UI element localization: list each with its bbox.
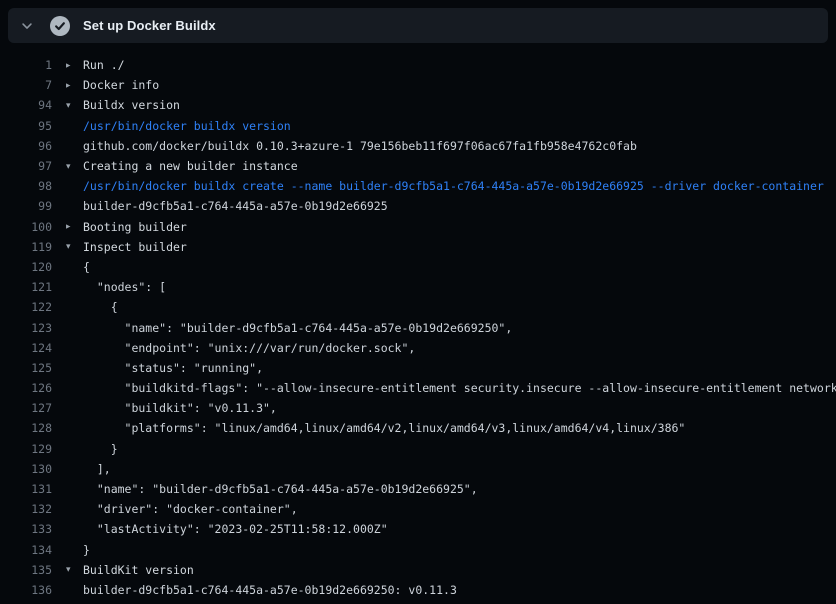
log-line: 127 "buildkit": "v0.11.3",: [0, 398, 836, 418]
line-number[interactable]: 99: [0, 199, 52, 213]
log-line[interactable]: 97 ▼ Creating a new builder instance: [0, 156, 836, 176]
line-number[interactable]: 121: [0, 280, 52, 294]
log-line: 131 "name": "builder-d9cfb5a1-c764-445a-…: [0, 479, 836, 499]
line-number[interactable]: 124: [0, 341, 52, 355]
log-line: 129 }: [0, 439, 836, 459]
log-line: 96 github.com/docker/buildx 0.10.3+azure…: [0, 136, 836, 156]
log-line-text: "name": "builder-d9cfb5a1-c764-445a-a57e…: [83, 321, 512, 335]
log-line: 128 "platforms": "linux/amd64,linux/amd6…: [0, 418, 836, 438]
line-number[interactable]: 120: [0, 260, 52, 274]
line-number[interactable]: 127: [0, 401, 52, 415]
line-number[interactable]: 132: [0, 502, 52, 516]
log-line: 133 "lastActivity": "2023-02-25T11:58:12…: [0, 519, 836, 539]
caret-expanded-icon: ▼: [66, 100, 83, 109]
line-number[interactable]: 96: [0, 139, 52, 153]
line-number[interactable]: 7: [0, 78, 52, 92]
log-line: 99 builder-d9cfb5a1-c764-445a-a57e-0b19d…: [0, 196, 836, 216]
line-number[interactable]: 97: [0, 159, 52, 173]
caret-expanded-icon: ▼: [66, 161, 83, 170]
line-number[interactable]: 119: [0, 240, 52, 254]
log-line-text: "buildkit": "v0.11.3",: [83, 401, 277, 415]
line-number[interactable]: 100: [0, 220, 52, 234]
log-line: 136 builder-d9cfb5a1-c764-445a-a57e-0b19…: [0, 580, 836, 600]
check-circle-icon: [50, 16, 70, 36]
line-number[interactable]: 1: [0, 58, 52, 72]
log-lines: 1 ▶ Run ./ 7 ▶ Docker info 94 ▼ Buildx v…: [0, 43, 836, 604]
log-line-text: github.com/docker/buildx 0.10.3+azure-1 …: [83, 139, 637, 153]
line-number[interactable]: 134: [0, 543, 52, 557]
log-line-text: Creating a new builder instance: [83, 159, 298, 173]
log-line-text: Run ./: [83, 58, 125, 72]
log-line-text: "lastActivity": "2023-02-25T11:58:12.000…: [83, 522, 388, 536]
line-number[interactable]: 94: [0, 98, 52, 112]
log-line: 121 "nodes": [: [0, 277, 836, 297]
caret-collapsed-icon: ▶: [66, 222, 83, 231]
line-number[interactable]: 136: [0, 583, 52, 597]
caret-collapsed-icon: ▶: [66, 80, 83, 89]
step-header[interactable]: Set up Docker Buildx: [8, 8, 828, 43]
caret-collapsed-icon: ▶: [66, 60, 83, 69]
actions-log-viewer: Set up Docker Buildx 1 ▶ Run ./ 7 ▶ Dock…: [0, 0, 836, 604]
caret-expanded-icon: ▼: [66, 242, 83, 251]
log-line-text: builder-d9cfb5a1-c764-445a-a57e-0b19d2e6…: [83, 199, 388, 213]
step-title: Set up Docker Buildx: [83, 18, 216, 33]
log-line-text: }: [83, 543, 90, 557]
log-line-text: "status": "running",: [83, 361, 263, 375]
log-line-text: Inspect builder: [83, 240, 187, 254]
log-line-text: ],: [83, 462, 111, 476]
line-number[interactable]: 129: [0, 442, 52, 456]
line-number[interactable]: 125: [0, 361, 52, 375]
log-line-text: Buildx version: [83, 98, 180, 112]
log-line: 95 /usr/bin/docker buildx version: [0, 116, 836, 136]
log-line[interactable]: 119 ▼ Inspect builder: [0, 237, 836, 257]
log-line: 123 "name": "builder-d9cfb5a1-c764-445a-…: [0, 317, 836, 337]
log-line[interactable]: 135 ▼ BuildKit version: [0, 560, 836, 580]
line-number[interactable]: 95: [0, 119, 52, 133]
line-number[interactable]: 135: [0, 563, 52, 577]
line-number[interactable]: 126: [0, 381, 52, 395]
log-line[interactable]: 1 ▶ Run ./: [0, 55, 836, 75]
log-line-text: /usr/bin/docker buildx create --name bui…: [83, 179, 824, 193]
log-line-text: }: [83, 442, 118, 456]
log-line: 126 "buildkitd-flags": "--allow-insecure…: [0, 378, 836, 398]
log-line[interactable]: 7 ▶ Docker info: [0, 75, 836, 95]
log-line-text: "driver": "docker-container",: [83, 502, 298, 516]
line-number[interactable]: 130: [0, 462, 52, 476]
log-line: 125 "status": "running",: [0, 358, 836, 378]
line-number[interactable]: 123: [0, 321, 52, 335]
log-line: 130 ],: [0, 459, 836, 479]
log-line: 120 {: [0, 257, 836, 277]
log-line: 134 }: [0, 540, 836, 560]
line-number[interactable]: 128: [0, 421, 52, 435]
caret-expanded-icon: ▼: [66, 565, 83, 574]
log-line-text: builder-d9cfb5a1-c764-445a-a57e-0b19d2e6…: [83, 583, 457, 597]
log-line-text: {: [83, 300, 118, 314]
log-line-text: {: [83, 260, 90, 274]
log-line-text: Docker info: [83, 78, 159, 92]
log-line[interactable]: 94 ▼ Buildx version: [0, 95, 836, 115]
log-line: 122 {: [0, 297, 836, 317]
log-line-text: "platforms": "linux/amd64,linux/amd64/v2…: [83, 421, 685, 435]
line-number[interactable]: 122: [0, 300, 52, 314]
log-line-text: "nodes": [: [83, 280, 166, 294]
log-line-text: "buildkitd-flags": "--allow-insecure-ent…: [83, 381, 836, 395]
log-line-text: Booting builder: [83, 220, 187, 234]
log-line: 124 "endpoint": "unix:///var/run/docker.…: [0, 338, 836, 358]
line-number[interactable]: 98: [0, 179, 52, 193]
log-line-text: /usr/bin/docker buildx version: [83, 119, 291, 133]
log-line[interactable]: 100 ▶ Booting builder: [0, 217, 836, 237]
log-line: 132 "driver": "docker-container",: [0, 499, 836, 519]
log-line: 98 /usr/bin/docker buildx create --name …: [0, 176, 836, 196]
line-number[interactable]: 131: [0, 482, 52, 496]
log-line-text: BuildKit version: [83, 563, 194, 577]
log-line-text: "name": "builder-d9cfb5a1-c764-445a-a57e…: [83, 482, 478, 496]
chevron-down-icon[interactable]: [19, 18, 35, 34]
log-line-text: "endpoint": "unix:///var/run/docker.sock…: [83, 341, 415, 355]
line-number[interactable]: 133: [0, 522, 52, 536]
